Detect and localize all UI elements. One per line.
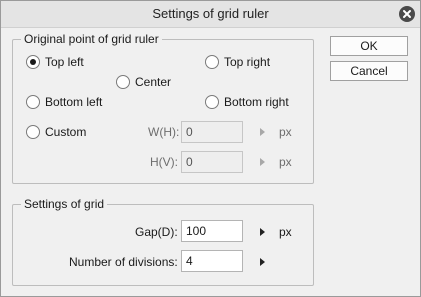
dialog-title: Settings of grid ruler — [152, 6, 269, 21]
radio-custom-label[interactable]: Custom — [45, 125, 86, 139]
gap-arrow-icon[interactable] — [260, 228, 265, 236]
radio-bottom-right[interactable] — [205, 95, 219, 109]
grid-ruler-dialog: Settings of grid ruler Original point of… — [0, 0, 421, 297]
width-field — [181, 121, 243, 143]
height-field — [181, 151, 243, 173]
radio-bottom-left-label[interactable]: Bottom left — [45, 95, 102, 109]
gap-field[interactable] — [181, 220, 243, 242]
width-arrow-icon — [260, 128, 265, 136]
radio-top-left[interactable] — [26, 55, 40, 69]
cancel-button[interactable]: Cancel — [330, 61, 408, 81]
radio-top-right[interactable] — [205, 55, 219, 69]
radio-custom[interactable] — [26, 125, 40, 139]
grid-group — [12, 204, 314, 286]
height-arrow-icon — [260, 158, 265, 166]
width-unit: px — [279, 125, 292, 139]
radio-top-right-label[interactable]: Top right — [224, 55, 270, 69]
close-icon — [403, 10, 411, 18]
height-unit: px — [279, 155, 292, 169]
radio-center[interactable] — [116, 75, 130, 89]
origin-group-legend: Original point of grid ruler — [21, 32, 162, 46]
height-label: H(V): — [150, 155, 178, 169]
divisions-label: Number of divisions: — [69, 255, 178, 269]
radio-top-left-label[interactable]: Top left — [45, 55, 84, 69]
radio-bottom-left[interactable] — [26, 95, 40, 109]
close-button[interactable] — [399, 6, 415, 22]
gap-unit: px — [279, 225, 292, 239]
radio-bottom-right-label[interactable]: Bottom right — [224, 95, 289, 109]
width-label: W(H): — [148, 125, 180, 139]
gap-label: Gap(D): — [135, 225, 178, 239]
radio-center-label[interactable]: Center — [135, 75, 171, 89]
grid-group-legend: Settings of grid — [21, 197, 108, 211]
title-bar: Settings of grid ruler — [1, 1, 420, 28]
divisions-field[interactable] — [181, 250, 243, 272]
divisions-arrow-icon[interactable] — [260, 258, 265, 266]
ok-button[interactable]: OK — [330, 36, 408, 56]
